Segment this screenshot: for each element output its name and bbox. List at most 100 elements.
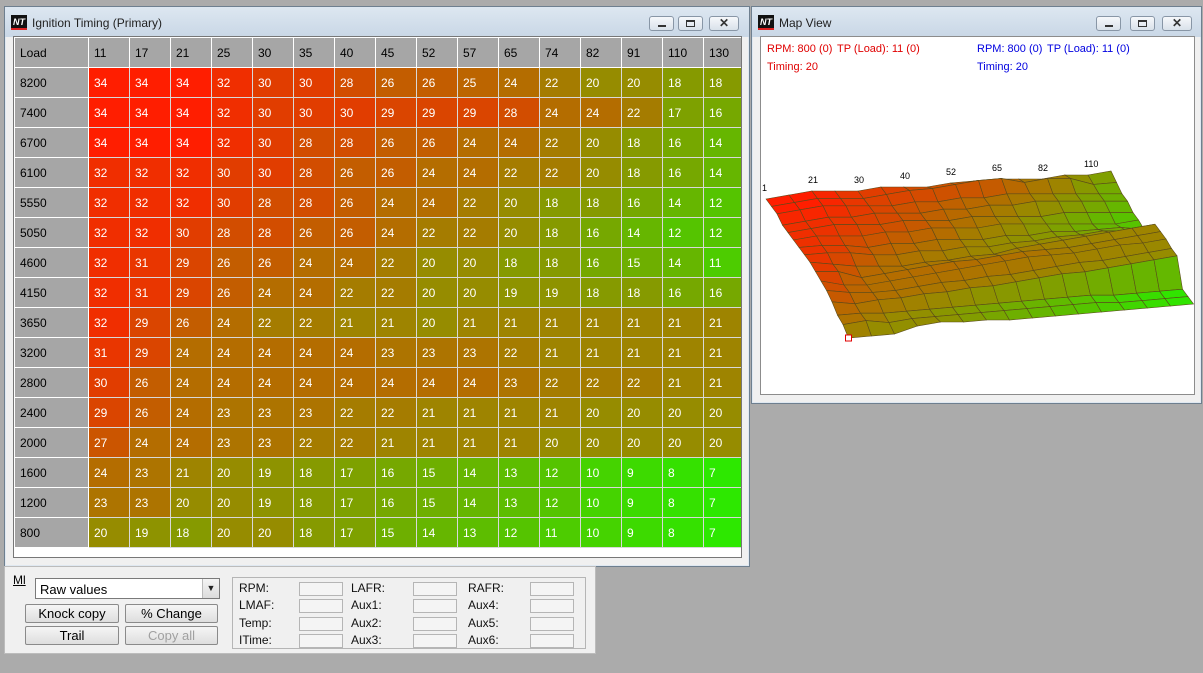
timing-cell[interactable]: 24	[580, 97, 622, 128]
timing-cell[interactable]: 29	[375, 97, 417, 128]
timing-cell[interactable]: 24	[252, 337, 294, 368]
timing-cell[interactable]: 13	[498, 487, 540, 518]
timing-cell[interactable]: 17	[334, 457, 376, 488]
timing-cell[interactable]: 22	[252, 307, 294, 338]
timing-cell[interactable]: 24	[170, 367, 212, 398]
timing-cell[interactable]: 30	[252, 97, 294, 128]
timing-cell[interactable]: 22	[334, 427, 376, 458]
timing-cell[interactable]: 24	[88, 457, 130, 488]
timing-cell[interactable]: 23	[375, 337, 417, 368]
timing-cell[interactable]: 22	[457, 217, 499, 248]
timing-cell[interactable]: 34	[88, 67, 130, 98]
timing-cell[interactable]: 22	[539, 67, 581, 98]
timing-cell[interactable]: 24	[211, 337, 253, 368]
timing-cell[interactable]: 24	[334, 247, 376, 278]
timing-cell[interactable]: 16	[375, 487, 417, 518]
timing-cell[interactable]: 13	[457, 517, 499, 548]
timing-cell[interactable]: 12	[539, 487, 581, 518]
minimize-button[interactable]	[1096, 16, 1121, 31]
timing-cell[interactable]: 22	[416, 217, 458, 248]
timing-cell[interactable]: 21	[703, 337, 741, 368]
timing-cell[interactable]: 29	[457, 97, 499, 128]
timing-cell[interactable]: 24	[293, 367, 335, 398]
timing-cell[interactable]: 32	[88, 157, 130, 188]
timing-cell[interactable]: 34	[88, 127, 130, 158]
timing-cell[interactable]: 23	[293, 397, 335, 428]
row-header[interactable]: 6700	[14, 127, 89, 158]
chevron-down-icon[interactable]: ▼	[202, 579, 219, 598]
timing-cell[interactable]: 18	[539, 187, 581, 218]
timing-cell[interactable]: 16	[621, 187, 663, 218]
timing-cell[interactable]: 22	[457, 187, 499, 218]
timing-cell[interactable]: 22	[293, 307, 335, 338]
timing-cell[interactable]: 28	[252, 187, 294, 218]
timing-cell[interactable]: 18	[621, 277, 663, 308]
timing-cell[interactable]: 34	[88, 97, 130, 128]
timing-cell[interactable]: 26	[211, 277, 253, 308]
knock-copy-button[interactable]: Knock copy	[25, 604, 119, 623]
timing-cell[interactable]: 22	[539, 367, 581, 398]
timing-cell[interactable]: 21	[375, 427, 417, 458]
row-header[interactable]: 3200	[14, 337, 89, 368]
timing-cell[interactable]: 18	[539, 247, 581, 278]
timing-cell[interactable]: 21	[457, 397, 499, 428]
column-header[interactable]: 110	[662, 37, 704, 68]
timing-cell[interactable]: 22	[334, 397, 376, 428]
timing-cell[interactable]: 17	[662, 97, 704, 128]
timing-cell[interactable]: 29	[129, 307, 171, 338]
timing-cell[interactable]: 22	[375, 277, 417, 308]
timing-cell[interactable]: 31	[129, 277, 171, 308]
timing-cell[interactable]: 17	[334, 517, 376, 548]
timing-cell[interactable]: 20	[416, 247, 458, 278]
timing-cell[interactable]: 29	[416, 97, 458, 128]
timing-cell[interactable]: 20	[416, 277, 458, 308]
timing-cell[interactable]: 26	[129, 397, 171, 428]
timing-cell[interactable]: 22	[498, 337, 540, 368]
row-header[interactable]: 7400	[14, 97, 89, 128]
timing-cell[interactable]: 15	[375, 517, 417, 548]
timing-cell[interactable]: 21	[416, 427, 458, 458]
timing-cell[interactable]: 32	[211, 97, 253, 128]
timing-cell[interactable]: 21	[498, 427, 540, 458]
maximize-button[interactable]	[1130, 16, 1155, 31]
timing-cell[interactable]: 20	[580, 157, 622, 188]
row-header[interactable]: 6100	[14, 157, 89, 188]
timing-cell[interactable]: 23	[129, 457, 171, 488]
timing-cell[interactable]: 21	[539, 337, 581, 368]
timing-cell[interactable]: 34	[129, 127, 171, 158]
timing-cell[interactable]: 20	[457, 277, 499, 308]
timing-cell[interactable]: 20	[621, 67, 663, 98]
timing-cell[interactable]: 26	[334, 157, 376, 188]
timing-cell[interactable]: 9	[621, 487, 663, 518]
timing-cell[interactable]: 12	[498, 517, 540, 548]
timing-cell[interactable]: 21	[621, 307, 663, 338]
timing-cell[interactable]: 26	[334, 217, 376, 248]
timing-cell[interactable]: 24	[375, 367, 417, 398]
timing-cell[interactable]: 14	[662, 247, 704, 278]
timing-cell[interactable]: 27	[88, 427, 130, 458]
row-header[interactable]: 5050	[14, 217, 89, 248]
timing-cell[interactable]: 11	[539, 517, 581, 548]
timing-cell[interactable]: 32	[88, 277, 130, 308]
timing-cell[interactable]: 14	[703, 157, 741, 188]
timing-cell[interactable]: 20	[252, 517, 294, 548]
timing-cell[interactable]: 20	[211, 487, 253, 518]
timing-cell[interactable]: 32	[211, 127, 253, 158]
row-header[interactable]: 4600	[14, 247, 89, 278]
timing-cell[interactable]: 32	[88, 187, 130, 218]
row-header[interactable]: 3650	[14, 307, 89, 338]
timing-cell[interactable]: 21	[662, 337, 704, 368]
timing-cell[interactable]: 22	[621, 97, 663, 128]
timing-cell[interactable]: 9	[621, 517, 663, 548]
timing-cell[interactable]: 29	[88, 397, 130, 428]
timing-cell[interactable]: 21	[662, 367, 704, 398]
timing-cell[interactable]: 16	[662, 277, 704, 308]
timing-cell[interactable]: 20	[498, 217, 540, 248]
timing-cell[interactable]: 21	[334, 307, 376, 338]
row-header[interactable]: 2400	[14, 397, 89, 428]
timing-cell[interactable]: 11	[703, 247, 741, 278]
trail-button[interactable]: Trail	[25, 626, 119, 645]
timing-cell[interactable]: 23	[252, 427, 294, 458]
timing-cell[interactable]: 23	[211, 397, 253, 428]
timing-cell[interactable]: 26	[375, 157, 417, 188]
